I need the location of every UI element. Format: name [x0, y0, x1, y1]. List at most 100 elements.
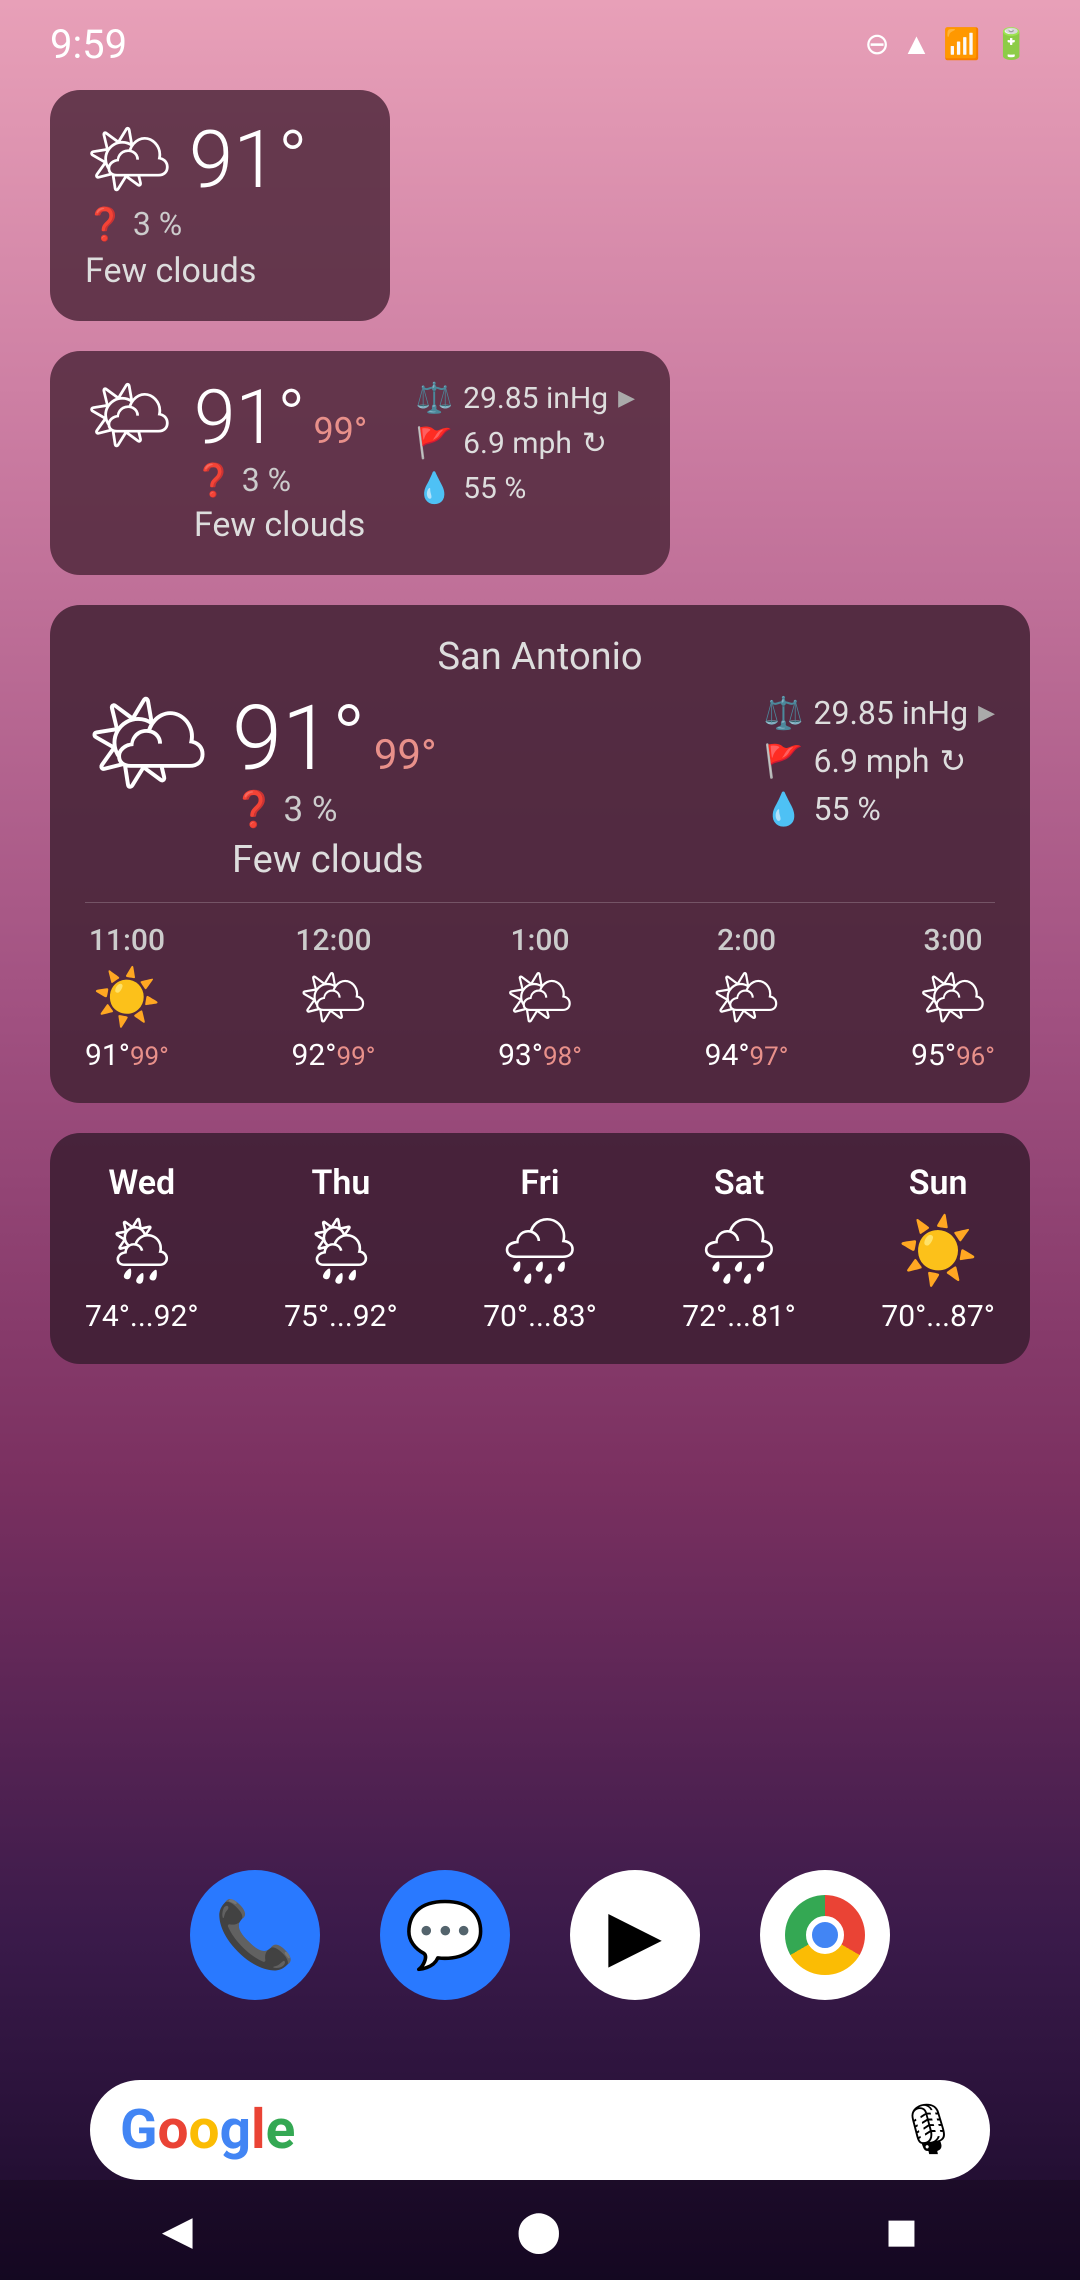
weather-icon-small: 🌤	[85, 125, 174, 195]
precip-medium: 55 %	[463, 471, 526, 506]
weather-widget-weekly[interactable]: Wed 🌦 74°...92° Thu 🌦 75°...92° Fri 🌧 70…	[50, 1133, 1030, 1364]
day-label-sat: Sat	[714, 1163, 764, 1203]
messages-app-icon[interactable]: 💬	[380, 1870, 510, 2000]
wind-icon-large: 🚩	[764, 742, 804, 780]
humidity-large: 3 %	[284, 789, 338, 830]
play-store-app-icon[interactable]: ▶	[570, 1870, 700, 2000]
search-input[interactable]	[315, 2080, 876, 2180]
day-label-thu: Thu	[311, 1163, 370, 1203]
hour-label-0: 11:00	[89, 923, 165, 958]
day-item-wed: Wed 🌦 74°...92°	[85, 1163, 199, 1334]
hour-item-3: 2:00 🌤 94°97°	[705, 923, 789, 1073]
humidity-small: 3 %	[133, 205, 182, 243]
google-search-bar[interactable]: Google 🎙	[90, 2080, 990, 2180]
day-temps-thu: 75°...92°	[284, 1299, 398, 1334]
chrome-app-icon[interactable]	[760, 1870, 890, 2000]
condition-large: Few clouds	[232, 838, 437, 882]
hour-item-0: 11:00 ☀️ 91°99°	[85, 923, 169, 1073]
humidity-medium: 3 %	[242, 461, 291, 499]
feels-like-large: 99°	[374, 731, 437, 780]
day-label-fri: Fri	[520, 1163, 559, 1203]
app-dock: 📞 💬 ▶	[190, 1870, 890, 2000]
day-icon-sat: 🌧	[698, 1213, 781, 1289]
hour-icon-1: 🌤	[299, 966, 369, 1030]
weather-widget-medium[interactable]: 🌤 91° 99° ❓ 3 % Few clouds ⚖️ 29.85 inHg…	[50, 351, 670, 575]
weekly-forecast: Wed 🌦 74°...92° Thu 🌦 75°...92° Fri 🌧 70…	[85, 1163, 995, 1334]
hour-label-3: 2:00	[717, 923, 776, 958]
weather-icon-large: 🌤	[85, 694, 212, 794]
hour-label-1: 12:00	[295, 923, 371, 958]
day-item-thu: Thu 🌦 75°...92°	[284, 1163, 398, 1334]
pressure-icon-medium: ⚖️	[416, 381, 453, 416]
messages-icon: 💬	[405, 1897, 486, 1973]
day-temps-sun: 70°...87°	[881, 1299, 995, 1334]
google-logo: Google	[120, 2098, 295, 2162]
day-icon-thu: 🌦	[300, 1213, 383, 1289]
feels-like-medium: 99°	[313, 410, 367, 452]
home-button[interactable]: ⬤	[516, 2207, 561, 2254]
status-icons: ⊖ ▲ 📶 🔋	[864, 27, 1030, 62]
wind-refresh-icon: ↻	[582, 426, 607, 461]
rain-icon-medium: 💧	[416, 471, 453, 506]
hour-temps-3: 94°97°	[705, 1038, 789, 1073]
battery-icon: 🔋	[993, 27, 1030, 62]
day-item-sat: Sat 🌧 72°...81°	[682, 1163, 796, 1334]
hour-icon-0: ☀️	[93, 966, 161, 1030]
day-temps-sat: 72°...81°	[682, 1299, 796, 1334]
day-temps-fri: 70°...83°	[483, 1299, 597, 1334]
wind-large: 6.9 mph	[814, 742, 930, 780]
day-icon-fri: 🌧	[499, 1213, 582, 1289]
hour-item-4: 3:00 🌤 95°96°	[911, 923, 995, 1073]
weather-widget-large[interactable]: San Antonio 🌤 91° 99° ❓ 3 % Few clouds ⚖…	[50, 605, 1030, 1103]
hour-icon-3: 🌤	[712, 966, 782, 1030]
day-temps-wed: 74°...92°	[85, 1299, 199, 1334]
pressure-icon-large: ⚖️	[764, 694, 804, 732]
hour-temps-4: 95°96°	[911, 1038, 995, 1073]
rain-icon-large: 💧	[764, 790, 804, 828]
wifi-icon: ▲	[902, 27, 932, 62]
signal-icon: 📶	[943, 27, 980, 62]
recents-button[interactable]: ◼	[885, 2207, 918, 2254]
wind-icon-medium: 🚩	[416, 426, 453, 461]
details-medium: ⚖️ 29.85 inHg ▶ 🚩 6.9 mph ↻ 💧 55 %	[416, 381, 635, 506]
hourly-forecast: 11:00 ☀️ 91°99° 12:00 🌤 92°99° 1:00 🌤 93…	[85, 902, 995, 1073]
back-button[interactable]: ◀	[162, 2207, 193, 2254]
day-item-sun: Sun ☀️ 70°...87°	[881, 1163, 995, 1334]
pressure-medium: 29.85 inHg	[463, 381, 608, 416]
wind-refresh-large: ↻	[940, 742, 967, 780]
hour-icon-2: 🌤	[505, 966, 575, 1030]
widgets-container: 🌤 91° ❓ 3 % Few clouds 🌤 91° 99° ❓ 3 % F…	[0, 70, 1080, 1384]
hour-icon-4: 🌤	[918, 966, 988, 1030]
chrome-icon	[785, 1895, 865, 1975]
condition-small: Few clouds	[85, 251, 355, 291]
temp-small: 91°	[189, 120, 308, 200]
day-icon-sun: ☀️	[898, 1213, 979, 1289]
temp-large: 91°	[232, 694, 366, 784]
hour-label-4: 3:00	[924, 923, 983, 958]
wind-medium: 6.9 mph	[463, 426, 572, 461]
google-assistant-icon[interactable]: 🎙	[897, 2101, 960, 2159]
status-time: 9:59	[50, 21, 127, 68]
day-item-fri: Fri 🌧 70°...83°	[483, 1163, 597, 1334]
phone-app-icon[interactable]: 📞	[190, 1870, 320, 2000]
pressure-arrow-large: ▶	[978, 701, 995, 726]
condition-medium: Few clouds	[194, 505, 367, 545]
hour-label-2: 1:00	[510, 923, 569, 958]
hour-item-1: 12:00 🌤 92°99°	[292, 923, 376, 1073]
pressure-large: 29.85 inHg	[814, 694, 969, 732]
humidity-icon-small: ❓	[85, 205, 125, 243]
play-store-icon: ▶	[608, 1894, 662, 1977]
city-name: San Antonio	[85, 635, 995, 679]
hour-item-2: 1:00 🌤 93°98°	[498, 923, 582, 1073]
details-large: ⚖️ 29.85 inHg ▶ 🚩 6.9 mph ↻ 💧 55 %	[764, 694, 995, 828]
do-not-disturb-icon: ⊖	[864, 27, 889, 62]
status-bar: 9:59 ⊖ ▲ 📶 🔋	[0, 0, 1080, 70]
precip-large: 55 %	[814, 790, 881, 828]
weather-widget-small[interactable]: 🌤 91° ❓ 3 % Few clouds	[50, 90, 390, 321]
humidity-icon-large: ❓	[232, 789, 276, 830]
nav-bar: ◀ ⬤ ◼	[0, 2180, 1080, 2280]
humidity-icon-medium: ❓	[194, 461, 234, 499]
hour-temps-2: 93°98°	[498, 1038, 582, 1073]
weather-icon-medium: 🌤	[85, 381, 174, 451]
hour-temps-0: 91°99°	[85, 1038, 169, 1073]
